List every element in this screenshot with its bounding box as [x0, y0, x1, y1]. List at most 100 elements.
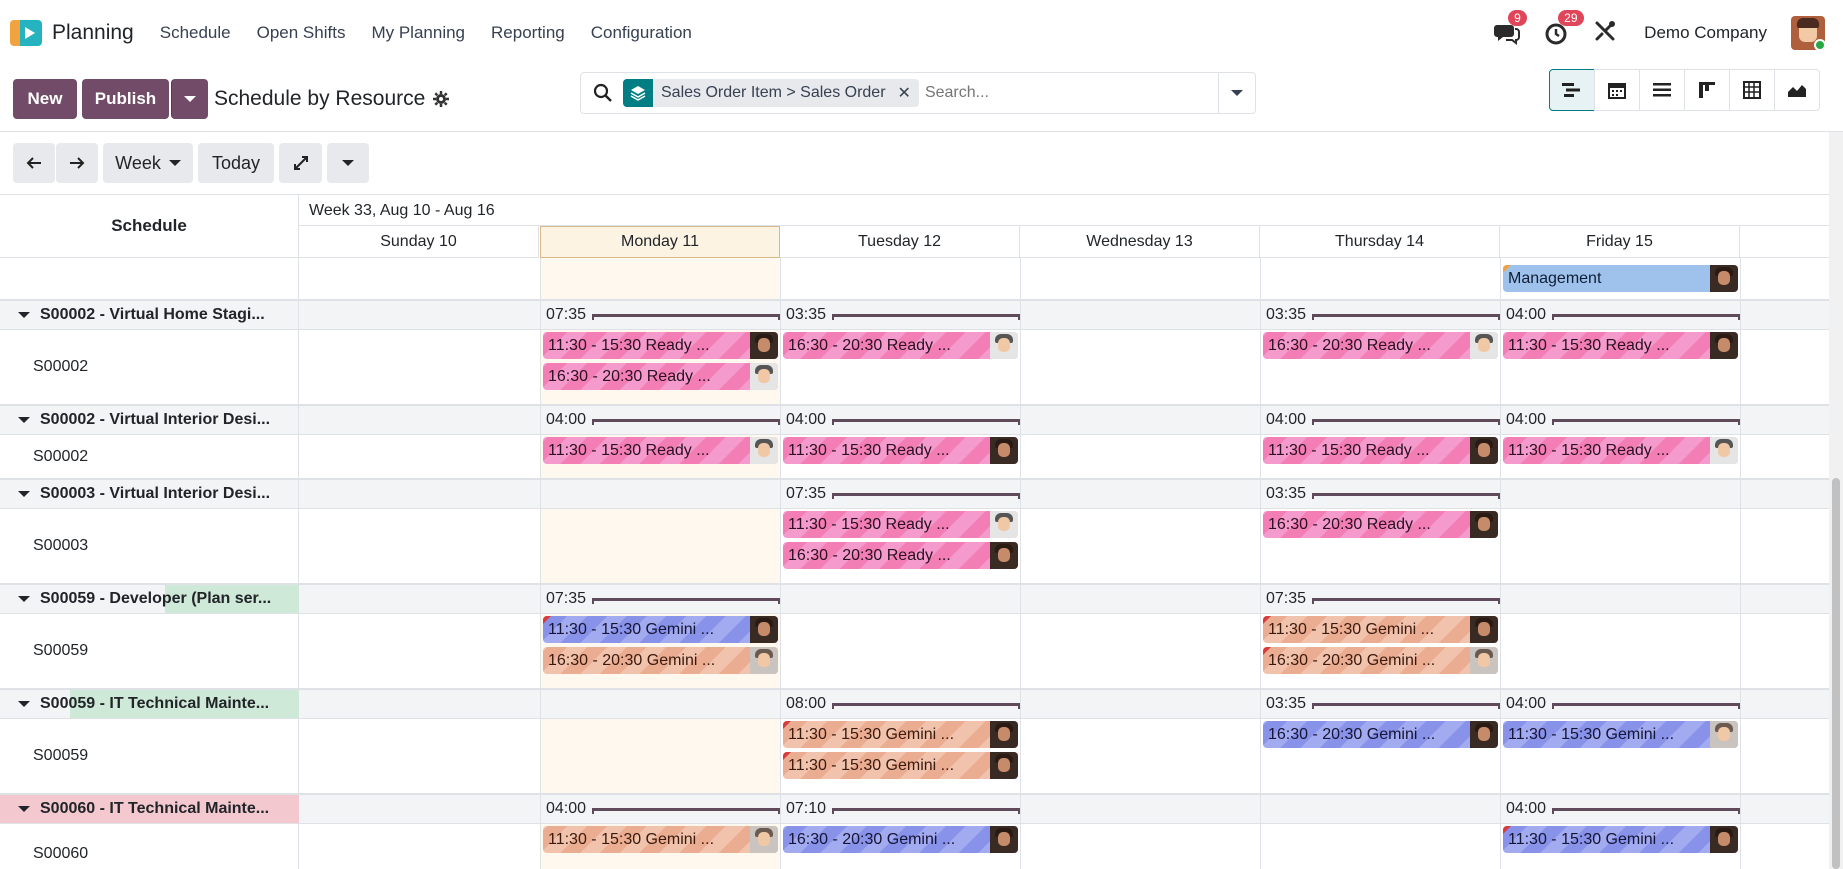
menu-my-planning[interactable]: My Planning	[371, 23, 465, 43]
gantt-view-button[interactable]	[1549, 69, 1595, 111]
shift-pill-management[interactable]: Management	[1503, 265, 1738, 292]
caret-down-icon[interactable]	[18, 596, 30, 602]
debug-tools-icon[interactable]	[1594, 20, 1620, 46]
shift-pill[interactable]: 16:30 - 20:30 Gemini ...	[543, 647, 778, 674]
shift-pill[interactable]: 11:30 - 15:30 Gemini ...	[543, 616, 778, 643]
caret-down-icon[interactable]	[18, 701, 30, 707]
shift-pill[interactable]: 11:30 - 15:30 Gemini ...	[1503, 721, 1738, 748]
allocated-hours: 04:00	[786, 411, 827, 428]
today-button[interactable]: Today	[198, 143, 274, 183]
vertical-scrollbar[interactable]	[1829, 132, 1843, 869]
shift-pill[interactable]: 16:30 - 20:30 Gemini ...	[1263, 721, 1498, 748]
shift-pill[interactable]: 11:30 - 15:30 Ready ...	[783, 437, 1018, 464]
app-brand[interactable]: Planning	[10, 19, 134, 46]
allocation-line	[592, 419, 780, 425]
menu-reporting[interactable]: Reporting	[491, 23, 565, 43]
new-button[interactable]: New	[13, 78, 77, 119]
caret-down-icon	[1231, 90, 1243, 96]
shift-pill[interactable]: 16:30 - 20:30 Gemini ...	[1263, 647, 1498, 674]
shift-pill[interactable]: 16:30 - 20:30 Ready ...	[783, 542, 1018, 569]
shift-pill[interactable]: 11:30 - 15:30 Gemini ...	[543, 826, 778, 853]
remove-facet-icon[interactable]: ✕	[894, 83, 919, 103]
gantt-header-title: Schedule	[0, 195, 299, 258]
group-row-label[interactable]: S00059 - Developer (Plan ser...	[0, 585, 299, 613]
day-separator	[1500, 258, 1501, 869]
caret-down-icon[interactable]	[18, 806, 30, 812]
next-period-button[interactable]	[56, 143, 98, 183]
search-icon[interactable]	[593, 83, 613, 103]
allocation-line	[592, 314, 780, 320]
menu-configuration[interactable]: Configuration	[591, 23, 692, 43]
allocated-hours: 07:35	[1266, 590, 1307, 607]
group-row[interactable]: S00059 - Developer (Plan ser...	[0, 584, 1829, 614]
group-row-label[interactable]: S00002 - Virtual Home Stagi...	[0, 301, 299, 329]
previous-period-button[interactable]	[13, 143, 55, 183]
caret-down-icon[interactable]	[18, 417, 30, 423]
menu-schedule[interactable]: Schedule	[160, 23, 231, 43]
shift-pill[interactable]: 11:30 - 15:30 Gemini ...	[783, 721, 1018, 748]
list-view-button[interactable]	[1639, 69, 1685, 111]
shift-pill[interactable]: 11:30 - 15:30 Ready ...	[783, 511, 1018, 538]
shift-pill[interactable]: 11:30 - 15:30 Gemini ...	[1503, 826, 1738, 853]
shift-pill[interactable]: 16:30 - 20:30 Ready ...	[543, 363, 778, 390]
caret-down-icon[interactable]	[18, 491, 30, 497]
row-label-empty	[0, 258, 299, 299]
user-avatar[interactable]	[1791, 16, 1825, 50]
menu-open-shifts[interactable]: Open Shifts	[257, 23, 346, 43]
kanban-view-button[interactable]	[1684, 69, 1730, 111]
shift-pill[interactable]: 11:30 - 15:30 Ready ...	[1503, 332, 1738, 359]
messages-icon[interactable]: 9	[1494, 10, 1527, 46]
more-options-button[interactable]	[327, 143, 369, 183]
shift-pill[interactable]: 16:30 - 20:30 Ready ...	[783, 332, 1018, 359]
shift-pill[interactable]: 11:30 - 15:30 Ready ...	[543, 437, 778, 464]
allocation-line	[832, 808, 1020, 814]
graph-view-button[interactable]	[1774, 69, 1820, 111]
calendar-view-button[interactable]	[1594, 69, 1640, 111]
shift-pill[interactable]: 11:30 - 15:30 Gemini ...	[783, 752, 1018, 779]
resource-row-label: S00060	[0, 824, 299, 869]
pivot-view-button[interactable]	[1729, 69, 1775, 111]
activities-badge: 29	[1558, 10, 1584, 26]
planning-app-icon	[10, 19, 42, 46]
shift-pill[interactable]: 11:30 - 15:30 Ready ...	[1503, 437, 1738, 464]
day-header: Sa	[1740, 226, 1829, 258]
allocated-hours: 03:35	[786, 306, 827, 323]
shift-pill[interactable]: 16:30 - 20:30 Ready ...	[1263, 332, 1498, 359]
allocated-hours: 04:00	[1506, 800, 1547, 817]
resource-row-label: S00003	[0, 509, 299, 583]
allocated-hours: 04:00	[546, 411, 587, 428]
group-row-label[interactable]: S00003 - Virtual Interior Desi...	[0, 480, 299, 508]
group-row-label[interactable]: S00059 - IT Technical Mainte...	[0, 690, 299, 718]
scrollbar-thumb[interactable]	[1832, 478, 1840, 869]
allocated-hours: 04:00	[1266, 411, 1307, 428]
shift-pill[interactable]: 11:30 - 15:30 Ready ...	[543, 332, 778, 359]
activities-clock-icon[interactable]: 29	[1544, 10, 1584, 46]
employee-avatar	[750, 437, 778, 464]
shift-pill[interactable]: 16:30 - 20:30 Gemini ...	[783, 826, 1018, 853]
publish-dropdown-toggle[interactable]	[171, 78, 208, 119]
shift-pill[interactable]: 11:30 - 15:30 Gemini ...	[1263, 616, 1498, 643]
shift-label: 11:30 - 15:30 Ready ...	[548, 441, 710, 459]
control-panel: New Publish Schedule by Resource Sales O…	[0, 66, 1843, 132]
arrow-left-icon	[26, 157, 41, 169]
expand-rows-button[interactable]	[279, 143, 322, 183]
publish-button[interactable]: Publish	[82, 78, 169, 119]
scale-dropdown[interactable]: Week	[103, 143, 193, 183]
shift-label: 11:30 - 15:30 Gemini ...	[1268, 620, 1435, 638]
allocation-line	[1312, 703, 1500, 709]
avatar-face	[1718, 338, 1730, 352]
allocated-hours: 07:35	[546, 590, 587, 607]
group-row-label[interactable]: S00002 - Virtual Interior Desi...	[0, 406, 299, 434]
group-row-label[interactable]: S00060 - IT Technical Mainte...	[0, 795, 299, 823]
company-switcher[interactable]: Demo Company	[1644, 23, 1767, 43]
allocated-hours: 04:00	[1506, 411, 1547, 428]
gear-icon[interactable]	[433, 90, 450, 107]
search-options-toggle[interactable]	[1218, 73, 1255, 113]
employee-avatar	[750, 616, 778, 643]
day-header: Tuesday 12	[780, 226, 1020, 258]
shift-pill[interactable]: 16:30 - 20:30 Ready ...	[1263, 511, 1498, 538]
shift-pill[interactable]: 11:30 - 15:30 Ready ...	[1263, 437, 1498, 464]
day-separator	[780, 258, 781, 869]
caret-down-icon[interactable]	[18, 312, 30, 318]
search-input[interactable]	[924, 84, 1205, 102]
